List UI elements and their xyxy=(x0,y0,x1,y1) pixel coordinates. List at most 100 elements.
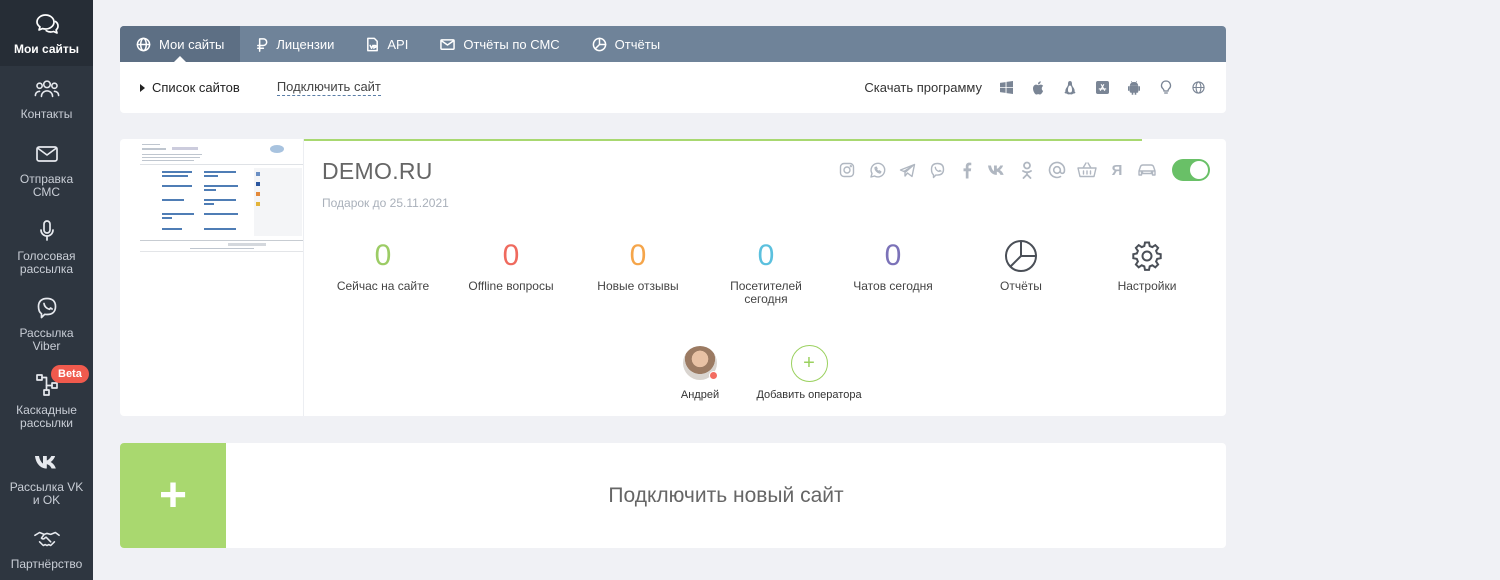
site-card: DEMO.RU Подарок до 25.11.2021 Я 0 Сейчас… xyxy=(120,139,1226,416)
sidebar-item-voice[interactable]: Голосовая рассылка xyxy=(0,208,93,285)
tab-bar: Мои сайты Лицензии API Отчёты по СМС Отч… xyxy=(120,26,1226,62)
tab-sms-reports[interactable]: Отчёты по СМС xyxy=(424,26,575,62)
sidebar-item-label: Мои сайты xyxy=(13,41,80,56)
gift-expiry-text: Подарок до 25.11.2021 xyxy=(322,196,449,210)
android-icon[interactable] xyxy=(1126,80,1142,96)
settings-label: Настройки xyxy=(1117,279,1177,293)
connect-new-site-label: Подключить новый сайт xyxy=(608,483,844,507)
telegram-icon[interactable] xyxy=(892,161,922,179)
site-list-link[interactable]: Список сайтов xyxy=(140,80,240,95)
connect-site-link[interactable]: Подключить сайт xyxy=(276,79,381,96)
site-enable-toggle[interactable] xyxy=(1172,159,1210,181)
sidebar-item-label: Партнёрство xyxy=(10,556,83,571)
download-label: Скачать программу xyxy=(864,80,982,95)
beta-badge: Beta xyxy=(51,365,89,383)
globe-icon[interactable] xyxy=(1190,80,1206,96)
reports-button[interactable]: Отчёты xyxy=(958,239,1084,293)
odnoklassniki-icon[interactable] xyxy=(1012,161,1042,179)
plus-box: + xyxy=(120,443,226,548)
sidebar-item-viber[interactable]: Рассылка Viber xyxy=(0,285,93,362)
sites-header-panel: Мои сайты Лицензии API Отчёты по СМС Отч… xyxy=(120,26,1226,113)
stat-new-reviews[interactable]: 0 Новые отзывы xyxy=(575,239,701,293)
globe-icon xyxy=(136,37,151,51)
plus-icon: + xyxy=(790,345,828,382)
viber-icon[interactable] xyxy=(922,161,952,179)
car-icon[interactable] xyxy=(1132,161,1162,179)
tab-label: Мои сайты xyxy=(159,36,225,52)
add-operator-label: Добавить оператора xyxy=(756,389,862,401)
site-title[interactable]: DEMO.RU xyxy=(322,158,433,185)
tab-label: Отчёты по СМС xyxy=(463,36,560,52)
sidebar-item-partnership[interactable]: Партнёрство xyxy=(0,516,93,580)
sidebar: Мои сайты Контакты Отправка СМС Голосова… xyxy=(0,0,93,580)
ruble-icon xyxy=(257,37,268,52)
avatar xyxy=(683,346,718,380)
sidebar-item-label: Голосовая рассылка xyxy=(17,248,76,276)
stat-label: Чатов сегодня xyxy=(853,279,933,293)
sidebar-item-sms[interactable]: Отправка СМС xyxy=(0,131,93,208)
tab-reports[interactable]: Отчёты xyxy=(576,26,676,62)
vk-icon xyxy=(34,449,60,475)
gear-icon xyxy=(1084,239,1210,273)
site-preview-thumbnail[interactable] xyxy=(120,139,304,416)
stat-value: 0 xyxy=(374,239,392,272)
yandex-icon[interactable]: Я xyxy=(1102,161,1132,179)
operator-name: Андрей xyxy=(680,389,720,401)
facebook-icon[interactable] xyxy=(952,161,982,179)
channel-icons: Я xyxy=(832,161,1162,179)
stat-label: Offline вопросы xyxy=(468,279,554,293)
linux-icon[interactable] xyxy=(1062,80,1078,96)
sidebar-item-contacts[interactable]: Контакты xyxy=(0,66,93,131)
chat-bubbles-icon xyxy=(34,11,60,37)
tab-licenses[interactable]: Лицензии xyxy=(240,26,350,62)
sidebar-item-my-sites[interactable]: Мои сайты xyxy=(0,0,93,66)
reports-label: Отчёты xyxy=(1000,279,1042,293)
operator-andrey[interactable]: Андрей xyxy=(678,346,722,401)
stat-label: Сейчас на сайте xyxy=(336,279,430,293)
stat-visitors-today[interactable]: 0 Посетителей сегодня xyxy=(703,239,829,306)
tab-api[interactable]: API xyxy=(350,26,424,62)
envelope-icon xyxy=(34,141,60,167)
toggle-knob xyxy=(1190,161,1208,179)
sidebar-item-label: Контакты xyxy=(20,107,73,121)
sidebar-item-label: Рассылка Viber xyxy=(19,325,74,353)
settings-button[interactable]: Настройки xyxy=(1084,239,1210,293)
whatsapp-icon[interactable] xyxy=(862,161,892,179)
stat-offline-questions[interactable]: 0 Offline вопросы xyxy=(448,239,574,293)
api-doc-icon xyxy=(367,37,379,51)
thumbnail-page xyxy=(140,140,303,252)
site-list-label: Список сайтов xyxy=(152,80,240,95)
vk-icon[interactable] xyxy=(982,161,1012,179)
envelope-icon xyxy=(440,38,456,50)
stat-label: Новые отзывы xyxy=(597,279,679,293)
windows-icon[interactable] xyxy=(998,80,1014,96)
app-store-icon[interactable] xyxy=(1094,80,1110,96)
stat-value: 0 xyxy=(502,239,520,272)
pie-chart-icon xyxy=(592,37,607,51)
sidebar-item-cascade[interactable]: Beta Каскадные рассылки xyxy=(0,362,93,439)
tab-my-sites[interactable]: Мои сайты xyxy=(120,26,241,62)
stat-chats-today[interactable]: 0 Чатов сегодня xyxy=(830,239,956,293)
email-icon[interactable] xyxy=(1042,161,1072,179)
stat-value: 0 xyxy=(757,239,775,272)
add-operator-button[interactable]: + Добавить оператора xyxy=(754,345,864,401)
card-accent-line xyxy=(304,139,1142,141)
handshake-icon xyxy=(33,526,60,552)
basket-icon[interactable] xyxy=(1072,161,1102,179)
apple-icon[interactable] xyxy=(1030,80,1046,96)
plus-icon: + xyxy=(158,468,188,522)
sub-toolbar: Список сайтов Подключить сайт Скачать пр… xyxy=(120,62,1226,113)
stat-online-now[interactable]: 0 Сейчас на сайте xyxy=(320,239,446,293)
lightbulb-icon[interactable] xyxy=(1158,80,1174,96)
instagram-icon[interactable] xyxy=(832,161,862,179)
connect-new-site-button[interactable]: + Подключить новый сайт xyxy=(120,443,1226,548)
stat-label: Посетителей сегодня xyxy=(730,279,802,306)
download-section: Скачать программу xyxy=(864,80,1206,96)
stat-value: 0 xyxy=(884,239,902,272)
sidebar-item-label: Каскадные рассылки xyxy=(16,402,77,430)
microphone-icon xyxy=(34,218,60,244)
triangle-right-icon xyxy=(140,83,145,92)
tab-label: API xyxy=(387,36,409,52)
tab-label: Отчёты xyxy=(614,36,661,52)
sidebar-item-vk-ok[interactable]: Рассылка VK и OK xyxy=(0,439,93,516)
